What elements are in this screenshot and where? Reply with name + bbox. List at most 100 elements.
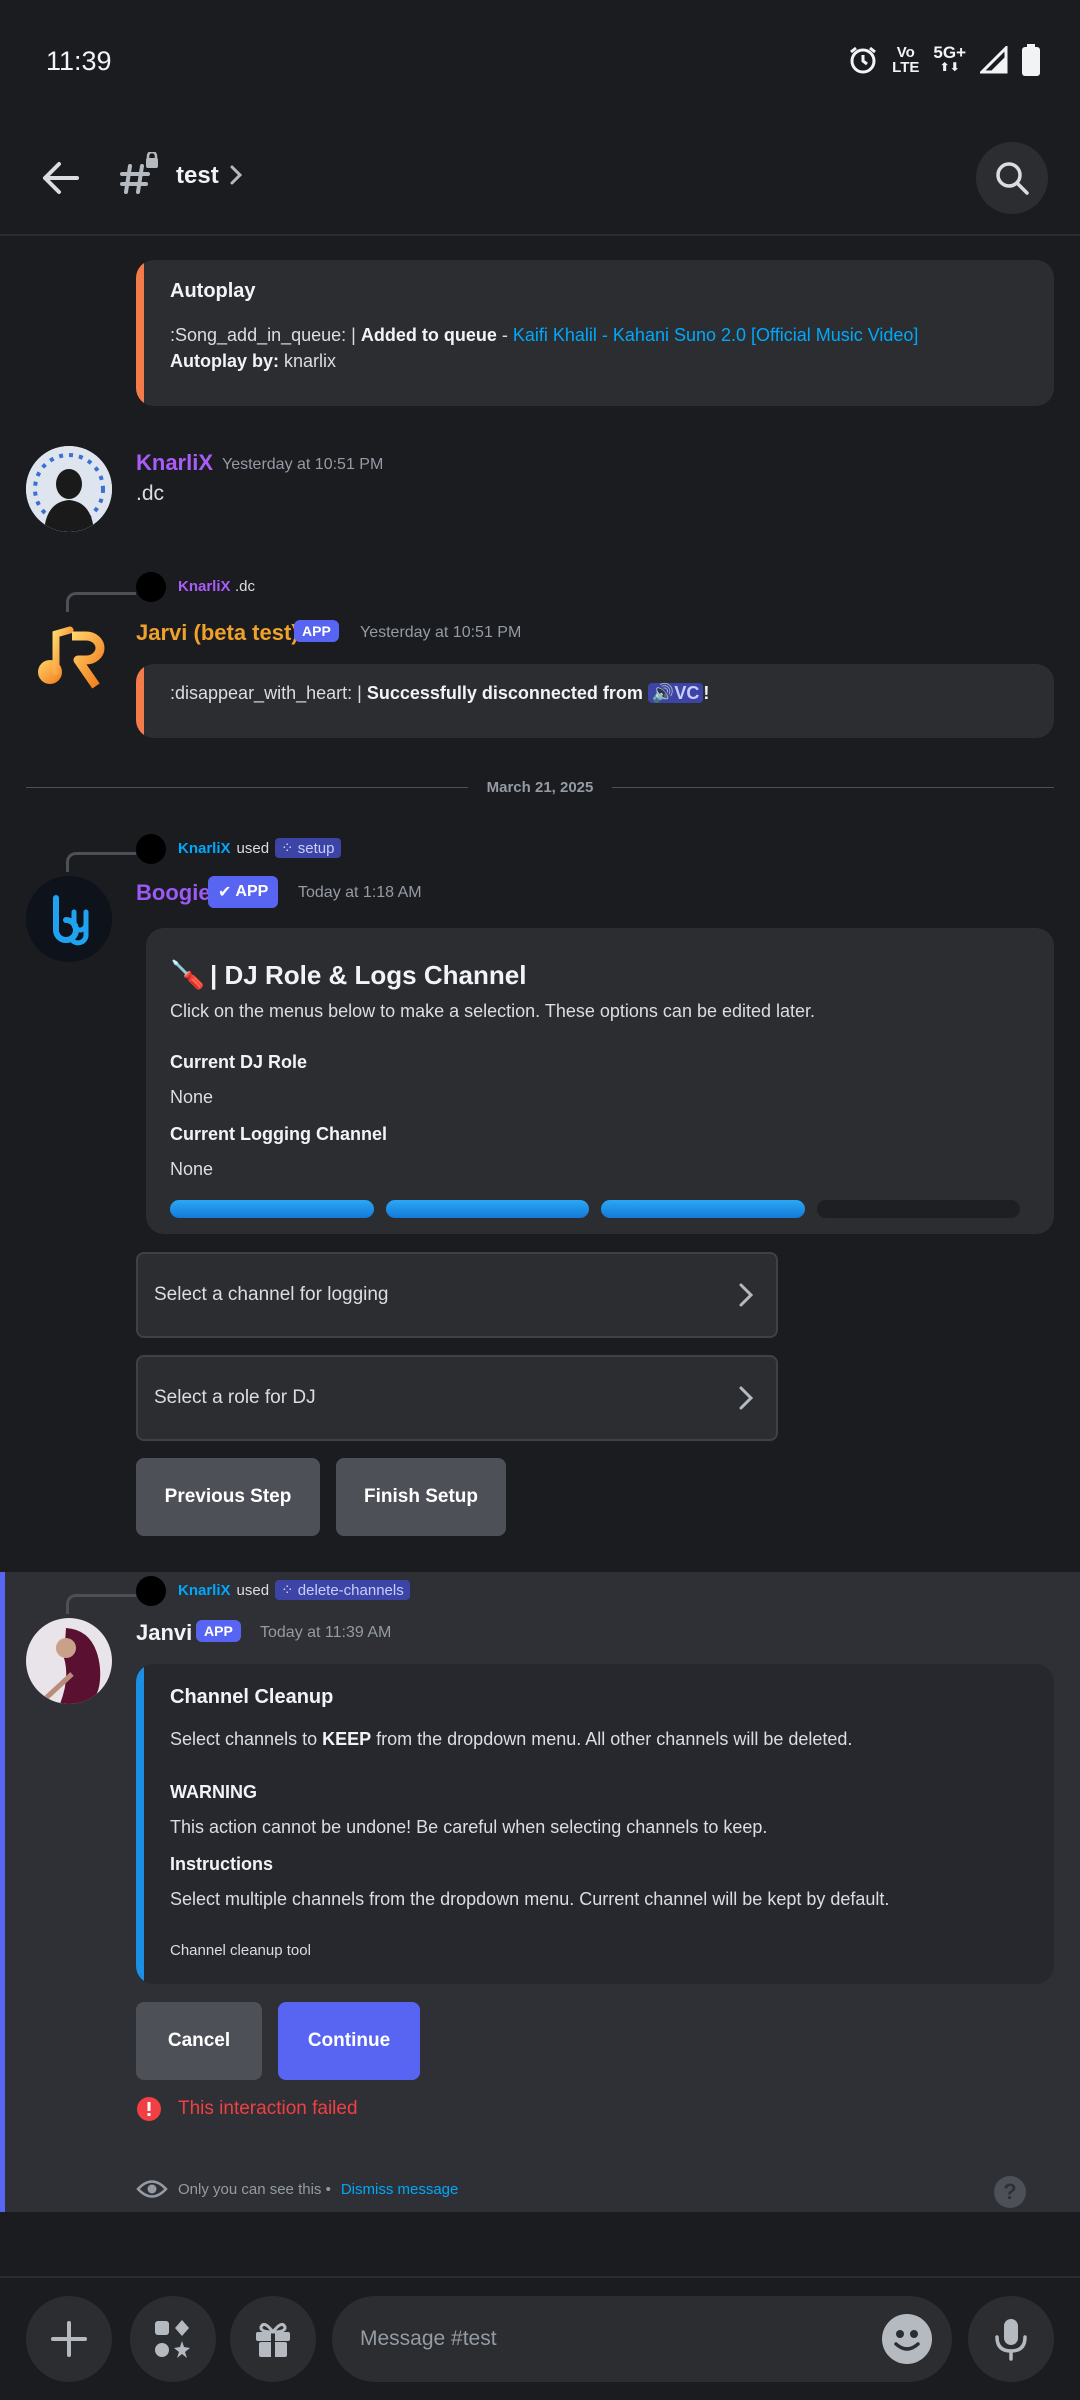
- progress-segment: [170, 1200, 374, 1218]
- disconnect-embed: :disappear_with_heart: | Successfully di…: [136, 664, 1054, 738]
- embed-title: Channel Cleanup: [170, 1686, 334, 1708]
- plus-icon: [51, 2321, 87, 2357]
- username[interactable]: Jarvi (beta test): [136, 620, 299, 646]
- continue-button[interactable]: Continue: [278, 2002, 420, 2080]
- dj-role-select[interactable]: Select a role for DJ: [136, 1355, 778, 1441]
- eye-icon: [136, 2180, 168, 2198]
- reply-preview[interactable]: KnarliX .dc: [178, 578, 255, 596]
- cancel-button[interactable]: Cancel: [136, 2002, 262, 2080]
- header-divider: [0, 234, 1080, 236]
- embed-line: Autoplay by: knarlix: [170, 351, 337, 371]
- finish-setup-button[interactable]: Finish Setup: [336, 1458, 506, 1536]
- apps-button[interactable]: [130, 2296, 216, 2382]
- progress-segment: [816, 1200, 1020, 1218]
- avatar[interactable]: [26, 876, 112, 962]
- reply-avatar: [136, 1576, 166, 1606]
- chevron-right-icon: [739, 1386, 754, 1410]
- progress-segment: [385, 1200, 589, 1218]
- avatar[interactable]: [26, 616, 112, 702]
- username[interactable]: Janvi: [136, 1620, 192, 1646]
- arrow-left-icon: [43, 162, 79, 194]
- date-divider: March 21, 2025: [486, 779, 594, 796]
- field-value: Select multiple channels from the dropdo…: [170, 1889, 890, 1909]
- embed-title: Autoplay: [170, 280, 256, 302]
- avatar[interactable]: [26, 446, 112, 532]
- embed-line: :disappear_with_heart: | Successfully di…: [170, 683, 710, 703]
- slash-command-pill[interactable]: ⁘ setup: [275, 838, 341, 858]
- song-link[interactable]: Kaifi Khalil - Kahani Suno 2.0 [Official…: [513, 325, 919, 345]
- check-icon: ✔: [218, 884, 232, 901]
- reply-connector: [66, 1594, 136, 1614]
- timestamp: Today at 1:18 AM: [298, 884, 422, 901]
- search-button[interactable]: [976, 142, 1048, 214]
- locked-channel-icon: [120, 152, 158, 194]
- voice-message-button[interactable]: [968, 2296, 1054, 2382]
- field-name: Current Logging Channel: [170, 1124, 387, 1144]
- smiley-icon: [894, 2330, 920, 2351]
- error-icon: [137, 2097, 161, 2121]
- network-type: 5G+ ⬆⬇: [933, 43, 966, 74]
- composer-divider: [0, 2276, 1080, 2278]
- field-value: None: [170, 1087, 214, 1107]
- embed-accent-bar: [136, 260, 144, 406]
- search-icon: [996, 162, 1029, 195]
- message-placeholder: Message #test: [360, 2327, 497, 2350]
- embed-description: Select channels to KEEP from the dropdow…: [170, 1729, 853, 1749]
- ephemeral-note: Only you can see this • Dismiss message: [136, 2178, 458, 2200]
- previous-step-button[interactable]: Previous Step: [136, 1458, 320, 1536]
- chevron-right-icon: [739, 1283, 754, 1307]
- avatar-image: [26, 1618, 112, 1704]
- status-icons: Vo LTE 5G+ ⬆⬇: [848, 44, 1040, 76]
- gift-button[interactable]: [230, 2296, 316, 2382]
- dismiss-message-link[interactable]: Dismiss message: [341, 2181, 459, 2198]
- timestamp: Today at 11:39 AM: [260, 1624, 392, 1641]
- field-value: This action cannot be undone! Be careful…: [170, 1817, 768, 1837]
- message-input[interactable]: Message #test: [332, 2296, 952, 2382]
- embed-footer: Channel cleanup tool: [170, 1942, 311, 1959]
- logging-channel-select[interactable]: Select a channel for logging: [136, 1252, 778, 1338]
- embed-title: | DJ Role & Logs Channel: [210, 960, 527, 990]
- reply-avatar: [136, 572, 166, 602]
- volte-icon: Vo LTE: [892, 44, 920, 76]
- username[interactable]: KnarliX: [136, 450, 213, 476]
- reply-connector: [66, 852, 136, 872]
- boogie-logo-icon: [26, 876, 112, 962]
- screwdriver-icon: 🪛: [170, 959, 205, 990]
- vc-channel-mention[interactable]: 🔊VC: [647, 683, 704, 703]
- back-button[interactable]: [32, 150, 88, 206]
- autoplay-embed: Autoplay :Song_add_in_queue: | Added to …: [136, 260, 1054, 406]
- channel-name[interactable]: test: [176, 162, 219, 190]
- field-value: None: [170, 1159, 214, 1179]
- reply-preview[interactable]: KnarliX used ⁘ delete-channels: [178, 1580, 410, 1600]
- interaction-error: This interaction failed: [136, 2096, 358, 2122]
- reply-preview[interactable]: KnarliX used ⁘ setup: [178, 838, 341, 858]
- avatar-image: [26, 446, 112, 532]
- select-label: Select a role for DJ: [154, 1387, 316, 1408]
- username[interactable]: Boogie: [136, 880, 211, 906]
- apps-icon: ⁘: [281, 1582, 298, 1599]
- timestamp: Yesterday at 10:51 PM: [360, 624, 522, 641]
- embed-accent-bar: [136, 664, 144, 738]
- field-name: Current DJ Role: [170, 1052, 308, 1072]
- avatar[interactable]: [26, 1618, 112, 1704]
- add-attachment-button[interactable]: [26, 2296, 112, 2382]
- select-label: Select a channel for logging: [154, 1284, 389, 1305]
- gift-icon: [256, 2322, 290, 2357]
- channel-cleanup-embed: Channel Cleanup Select channels to KEEP …: [136, 1664, 1054, 1984]
- verified-app-badge: ✔ APP: [208, 876, 279, 908]
- ephemeral-accent-bar: [0, 1572, 5, 2212]
- embed-line: :Song_add_in_queue: | Added to queue - K…: [170, 325, 919, 345]
- apps-icon: ⁘: [281, 840, 298, 857]
- microphone-icon: [995, 2319, 1027, 2361]
- help-icon[interactable]: ?: [994, 2176, 1026, 2208]
- embed-description: Click on the menus below to make a selec…: [170, 1001, 816, 1021]
- message-text: .dc: [136, 482, 165, 505]
- timestamp: Yesterday at 10:51 PM: [222, 456, 384, 473]
- slash-command-pill[interactable]: ⁘ delete-channels: [275, 1580, 410, 1600]
- signal-icon: [980, 46, 1008, 74]
- field-name: WARNING: [170, 1782, 257, 1802]
- status-time: 11:39: [46, 46, 112, 76]
- emoji-button[interactable]: [882, 2314, 932, 2364]
- battery-icon: [1022, 44, 1040, 76]
- app-badge: APP: [196, 1620, 241, 1642]
